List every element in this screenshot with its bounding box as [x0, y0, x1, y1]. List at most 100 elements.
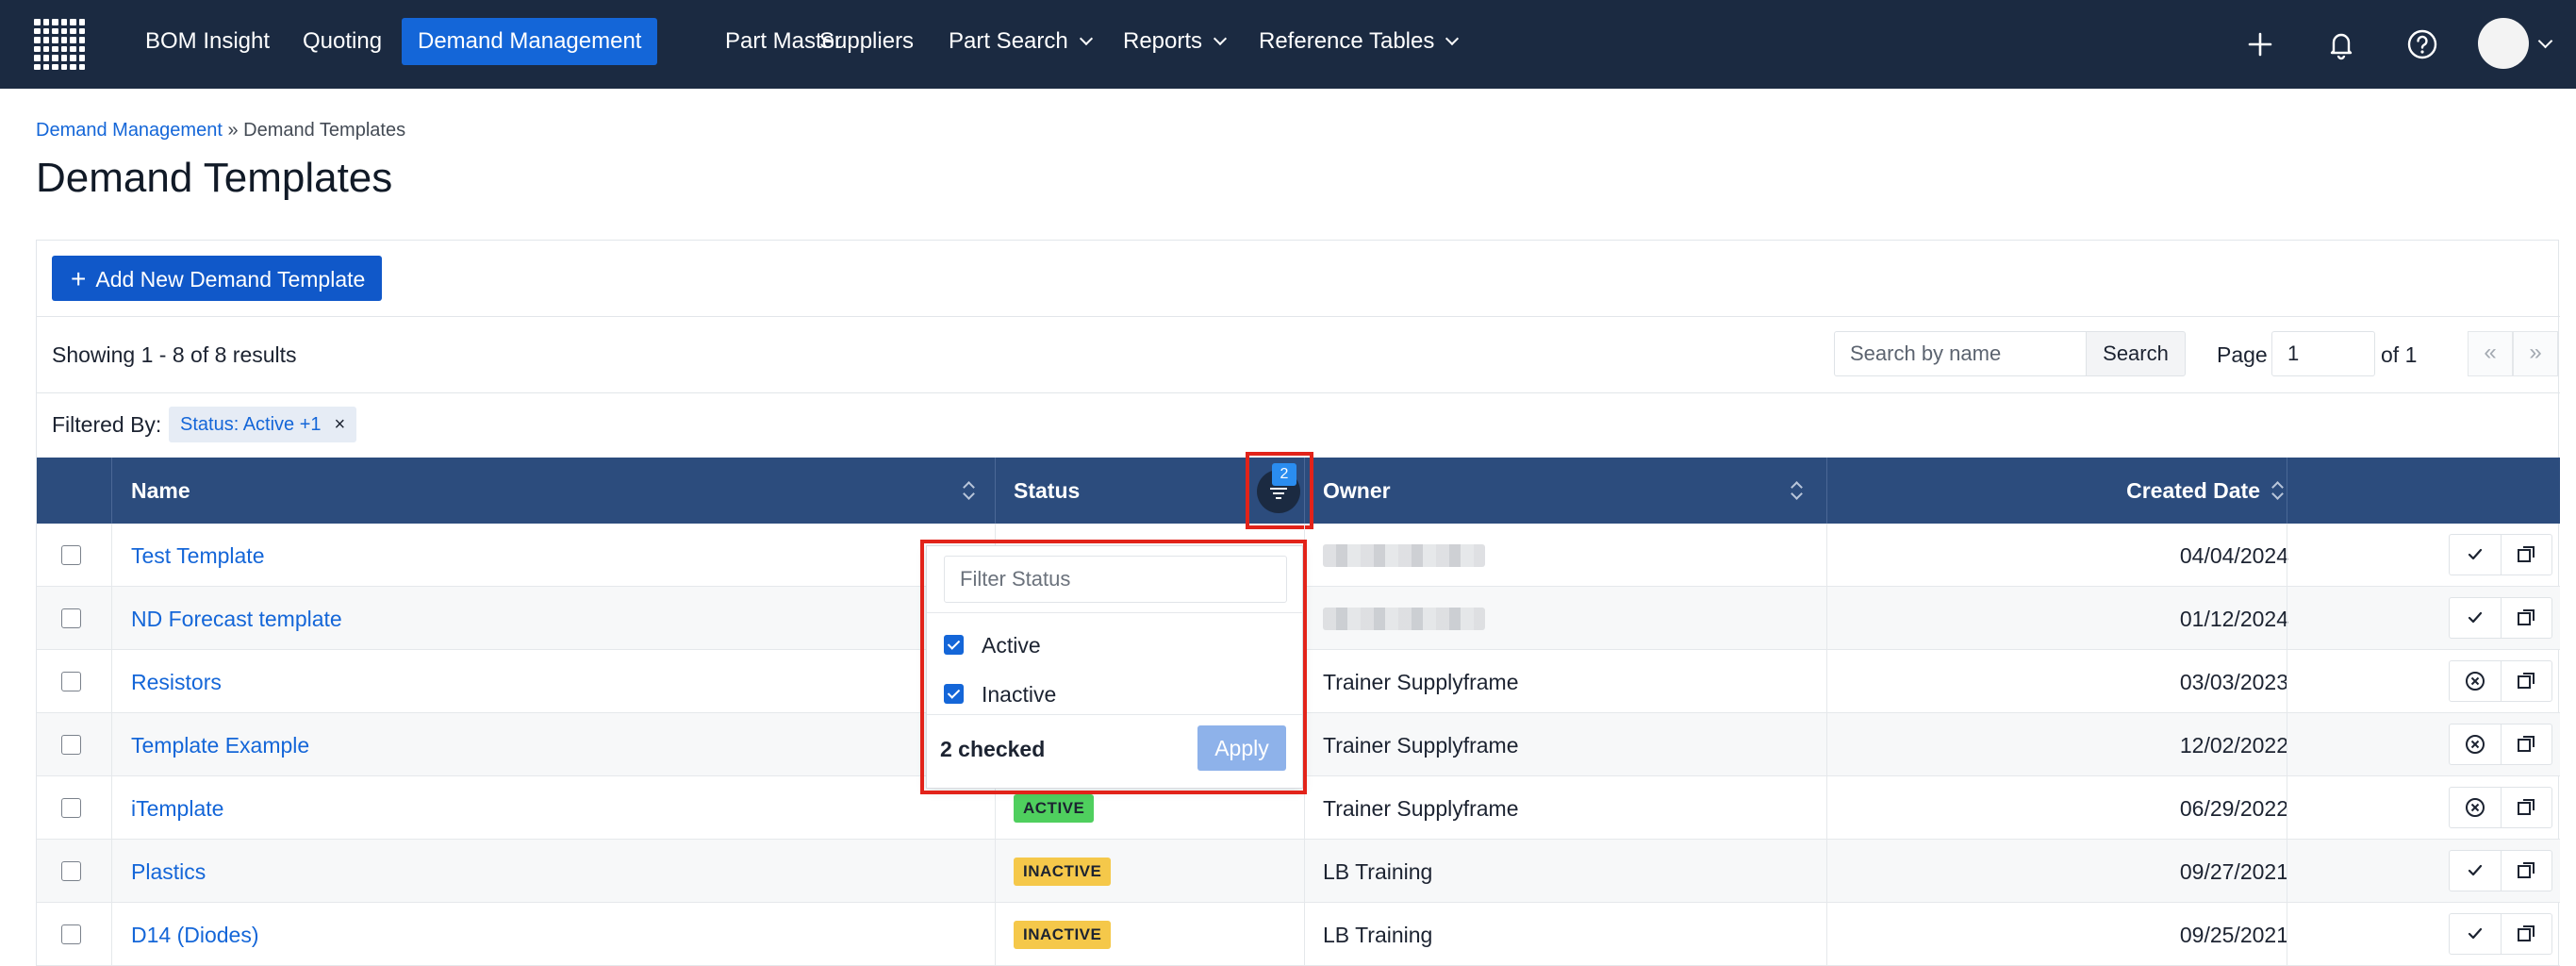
table-row: Plastics INACTIVE LB Training 09/27/2021: [37, 840, 2560, 903]
breadcrumb-link-demand-management[interactable]: Demand Management: [36, 120, 223, 141]
nav-reference-tables[interactable]: Reference Tables: [1243, 18, 1473, 65]
row-actions: [2449, 913, 2552, 955]
row-actions: [2449, 724, 2552, 765]
circle-x-icon[interactable]: [2450, 724, 2501, 764]
cell-divider: [1826, 903, 1827, 966]
cell-divider: [111, 840, 112, 903]
nav-suppliers[interactable]: Suppliers: [803, 18, 930, 65]
duplicate-icon[interactable]: [2502, 788, 2552, 827]
duplicate-icon[interactable]: [2502, 851, 2552, 891]
status-badge: ACTIVE: [1014, 794, 1095, 823]
created-date: 09/25/2021: [2179, 923, 2288, 947]
duplicate-icon[interactable]: [2502, 598, 2552, 638]
nav-quoting[interactable]: Quoting: [287, 18, 398, 65]
filtered-by-label: Filtered By:: [52, 412, 162, 437]
cell-divider: [111, 587, 112, 650]
row-checkbox[interactable]: [61, 798, 81, 818]
column-header-owner[interactable]: Owner: [1323, 458, 1391, 524]
redacted-owner: [1323, 544, 1485, 567]
row-actions: [2449, 597, 2552, 639]
help-icon[interactable]: [2403, 25, 2442, 64]
row-checkbox[interactable]: [61, 924, 81, 944]
owner-name: LB Training: [1323, 923, 1433, 947]
search-button[interactable]: Search: [2086, 331, 2186, 376]
duplicate-icon[interactable]: [2502, 914, 2552, 954]
plus-icon: +: [71, 264, 87, 293]
status-filter-chip[interactable]: Status: Active +1 ×: [169, 407, 357, 442]
plus-icon[interactable]: [2240, 25, 2280, 64]
column-header-status[interactable]: Status: [1014, 458, 1080, 524]
sort-icon[interactable]: [1791, 481, 1802, 500]
nav-demand-management[interactable]: Demand Management: [402, 18, 658, 65]
check-icon[interactable]: [2450, 851, 2501, 891]
template-name-link[interactable]: Resistors: [131, 670, 222, 695]
row-checkbox[interactable]: [61, 545, 81, 565]
filter-button-highlight: [1246, 452, 1313, 529]
chip-label: Status: Active +1: [180, 414, 322, 435]
nav-label: Demand Management: [418, 28, 642, 54]
template-name-link[interactable]: ND Forecast template: [131, 607, 342, 632]
table-row: D14 (Diodes) INACTIVE LB Training 09/25/…: [37, 903, 2560, 966]
cell-divider: [1826, 713, 1827, 776]
nav-bom-insight[interactable]: BOM Insight: [129, 18, 286, 65]
last-page-button[interactable]: »: [2513, 331, 2558, 376]
duplicate-icon[interactable]: [2502, 724, 2552, 764]
nav-part-search[interactable]: Part Search: [933, 18, 1107, 65]
circle-x-icon[interactable]: [2450, 788, 2501, 827]
template-name-link[interactable]: Template Example: [131, 733, 309, 758]
row-checkbox[interactable]: [61, 672, 81, 691]
first-page-button[interactable]: «: [2468, 331, 2513, 376]
template-name-link[interactable]: iTemplate: [131, 796, 223, 822]
page-number-input[interactable]: [2271, 331, 2375, 376]
app-logo-icon[interactable]: [34, 19, 85, 70]
row-checkbox[interactable]: [61, 735, 81, 755]
check-icon[interactable]: [2450, 535, 2501, 575]
column-header-created-date[interactable]: Created Date: [2094, 458, 2260, 524]
cell-divider: [111, 903, 112, 966]
row-actions: [2449, 660, 2552, 702]
created-date: 04/04/2024: [2179, 543, 2288, 568]
column-divider: [111, 458, 112, 524]
sort-icon[interactable]: [963, 481, 974, 500]
breadcrumb: Demand Management » Demand Templates: [36, 120, 405, 142]
template-name-link[interactable]: Plastics: [131, 859, 206, 885]
created-date: 12/02/2022: [2179, 733, 2288, 758]
duplicate-icon[interactable]: [2502, 661, 2552, 701]
owner-name: Trainer Supplyframe: [1323, 670, 1519, 694]
column-divider: [1826, 458, 1827, 524]
column-divider: [995, 458, 996, 524]
cell-divider: [1826, 840, 1827, 903]
row-actions: [2449, 534, 2552, 575]
nav-label: Suppliers: [819, 28, 915, 54]
sort-icon[interactable]: [2271, 481, 2283, 500]
owner-name: Trainer Supplyframe: [1323, 796, 1519, 821]
created-date: 01/12/2024: [2179, 607, 2288, 631]
add-new-demand-template-button[interactable]: + Add New Demand Template: [52, 256, 382, 301]
chip-remove-icon[interactable]: ×: [335, 414, 346, 435]
cell-divider: [111, 650, 112, 713]
template-name-link[interactable]: D14 (Diodes): [131, 923, 259, 948]
circle-x-icon[interactable]: [2450, 661, 2501, 701]
cell-divider: [111, 713, 112, 776]
chevron-down-icon[interactable]: [2537, 33, 2553, 49]
cell-divider: [1826, 587, 1827, 650]
check-icon[interactable]: [2450, 598, 2501, 638]
search-input[interactable]: [1834, 331, 2087, 376]
nav-label: Part Search: [949, 28, 1068, 54]
column-header-name[interactable]: Name: [131, 458, 190, 524]
duplicate-icon[interactable]: [2502, 535, 2552, 575]
chevron-down-icon: [1213, 31, 1228, 46]
user-avatar[interactable]: [2478, 18, 2529, 69]
check-icon[interactable]: [2450, 914, 2501, 954]
row-actions: [2449, 850, 2552, 891]
nav-label: BOM Insight: [145, 28, 271, 54]
created-date: 09/27/2021: [2179, 859, 2288, 884]
nav-reports[interactable]: Reports: [1107, 18, 1241, 65]
row-checkbox[interactable]: [61, 861, 81, 881]
bell-icon[interactable]: [2321, 25, 2361, 64]
template-name-link[interactable]: Test Template: [131, 543, 264, 569]
chevron-down-icon: [1445, 31, 1460, 46]
cell-divider: [1304, 840, 1305, 903]
nav-label: Quoting: [303, 28, 383, 54]
row-checkbox[interactable]: [61, 608, 81, 628]
